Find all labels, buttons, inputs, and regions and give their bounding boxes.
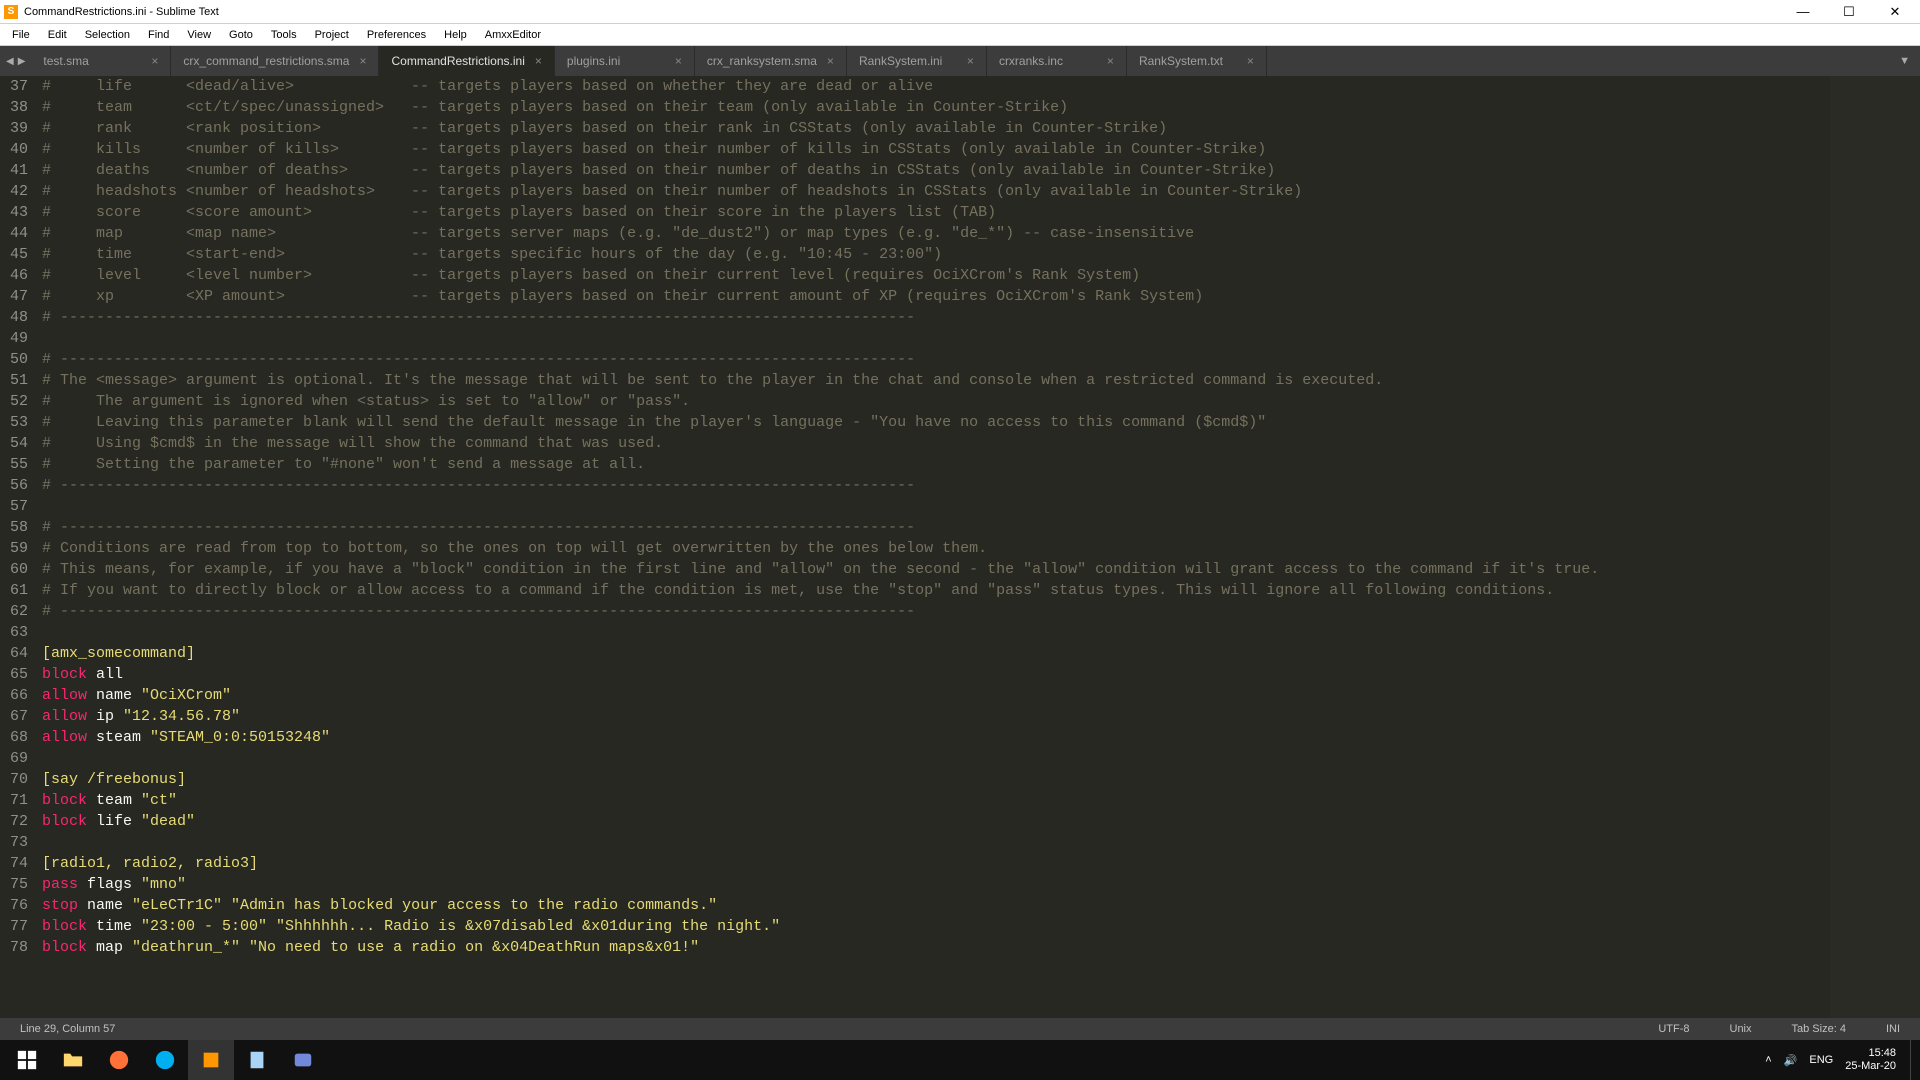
tab-plugins-ini[interactable]: plugins.ini × [555, 46, 695, 76]
tab-close-icon[interactable]: × [535, 54, 542, 68]
show-desktop-button[interactable] [1910, 1040, 1916, 1080]
tab-close-icon[interactable]: × [967, 54, 974, 68]
menu-item-edit[interactable]: Edit [40, 27, 75, 43]
menu-item-selection[interactable]: Selection [77, 27, 138, 43]
line-number-gutter: 3738394041424344454647484950515253545556… [0, 76, 38, 1018]
tab-close-icon[interactable]: × [1247, 54, 1254, 68]
menu-item-amxxeditor[interactable]: AmxxEditor [477, 27, 549, 43]
windows-icon [16, 1049, 38, 1071]
title-bar: S CommandRestrictions.ini - Sublime Text… [0, 0, 1920, 24]
status-encoding[interactable]: UTF-8 [1648, 1023, 1699, 1035]
close-button[interactable]: ✕ [1880, 4, 1910, 20]
tab-label: crxranks.inc [999, 54, 1063, 68]
window-controls: — ☐ ✕ [1788, 4, 1916, 20]
tab-label: crx_ranksystem.sma [707, 54, 817, 68]
taskbar-skype[interactable] [142, 1040, 188, 1080]
tray-volume-icon[interactable]: 🔊 [1784, 1054, 1798, 1067]
status-syntax[interactable]: INI [1876, 1023, 1910, 1035]
tab-overflow-button[interactable]: ▼ [1889, 46, 1920, 76]
tab-close-icon[interactable]: × [151, 54, 158, 68]
maximize-button[interactable]: ☐ [1834, 4, 1864, 20]
menu-item-preferences[interactable]: Preferences [359, 27, 434, 43]
menu-item-file[interactable]: File [4, 27, 38, 43]
tab-close-icon[interactable]: × [1107, 54, 1114, 68]
window-title: CommandRestrictions.ini - Sublime Text [24, 6, 1788, 18]
tab-ranksystem-ini[interactable]: RankSystem.ini × [847, 46, 987, 76]
skype-icon [154, 1049, 176, 1071]
start-button[interactable] [4, 1040, 50, 1080]
tab-close-icon[interactable]: × [675, 54, 682, 68]
folder-icon [62, 1049, 84, 1071]
status-bar: Line 29, Column 57 UTF-8 Unix Tab Size: … [0, 1018, 1920, 1040]
nav-back-icon[interactable]: ◀ [6, 56, 14, 67]
taskbar-discord[interactable] [280, 1040, 326, 1080]
tab-label: CommandRestrictions.ini [391, 54, 524, 68]
menu-item-view[interactable]: View [179, 27, 219, 43]
taskbar-notepad[interactable] [234, 1040, 280, 1080]
tray-date: 25-Mar-20 [1845, 1060, 1896, 1073]
menu-item-find[interactable]: Find [140, 27, 177, 43]
minimize-button[interactable]: — [1788, 4, 1818, 20]
tab-nav-arrows: ◀ ▶ [0, 46, 31, 76]
tab-crxranks-inc[interactable]: crxranks.inc × [987, 46, 1127, 76]
tab-crx-ranksystem-sma[interactable]: crx_ranksystem.sma × [695, 46, 847, 76]
firefox-icon [108, 1049, 130, 1071]
menu-bar: FileEditSelectionFindViewGotoToolsProjec… [0, 24, 1920, 46]
tab-label: RankSystem.txt [1139, 54, 1223, 68]
taskbar-sublime[interactable] [188, 1040, 234, 1080]
tab-close-icon[interactable]: × [359, 54, 366, 68]
menu-item-goto[interactable]: Goto [221, 27, 261, 43]
menu-item-help[interactable]: Help [436, 27, 475, 43]
code-content[interactable]: # life <dead/alive> -- targets players b… [38, 76, 1830, 1018]
notepad-icon [246, 1049, 268, 1071]
taskbar-firefox[interactable] [96, 1040, 142, 1080]
tab-crx-command-restrictions-sma[interactable]: crx_command_restrictions.sma × [171, 46, 379, 76]
menu-item-project[interactable]: Project [307, 27, 357, 43]
tray-language[interactable]: ENG [1809, 1054, 1833, 1066]
tab-bar: ◀ ▶ test.sma×crx_command_restrictions.sm… [0, 46, 1920, 76]
tray-chevron-icon[interactable]: ˄ [1765, 1054, 1771, 1066]
minimap[interactable] [1830, 76, 1920, 1018]
tab-ranksystem-txt[interactable]: RankSystem.txt × [1127, 46, 1267, 76]
tray-clock[interactable]: 15:48 25-Mar-20 [1845, 1047, 1902, 1073]
tab-test-sma[interactable]: test.sma × [31, 46, 171, 76]
status-tab-size[interactable]: Tab Size: 4 [1782, 1023, 1856, 1035]
discord-icon [292, 1049, 314, 1071]
taskbar-file-explorer[interactable] [50, 1040, 96, 1080]
nav-forward-icon[interactable]: ▶ [18, 56, 26, 67]
menu-item-tools[interactable]: Tools [263, 27, 305, 43]
windows-taskbar: ˄ 🔊 ENG 15:48 25-Mar-20 [0, 1040, 1920, 1080]
status-position[interactable]: Line 29, Column 57 [10, 1023, 125, 1035]
tab-close-icon[interactable]: × [827, 54, 834, 68]
system-tray: ˄ 🔊 ENG 15:48 25-Mar-20 [1757, 1047, 1910, 1073]
tab-commandrestrictions-ini[interactable]: CommandRestrictions.ini × [379, 46, 554, 76]
tab-label: RankSystem.ini [859, 54, 942, 68]
tab-label: plugins.ini [567, 54, 620, 68]
app-icon: S [4, 5, 18, 19]
sublime-icon [200, 1049, 222, 1071]
tab-label: test.sma [43, 54, 88, 68]
tab-label: crx_command_restrictions.sma [183, 54, 349, 68]
tray-time: 15:48 [1845, 1047, 1896, 1060]
status-line-endings[interactable]: Unix [1720, 1023, 1762, 1035]
editor-area[interactable]: 3738394041424344454647484950515253545556… [0, 76, 1920, 1018]
